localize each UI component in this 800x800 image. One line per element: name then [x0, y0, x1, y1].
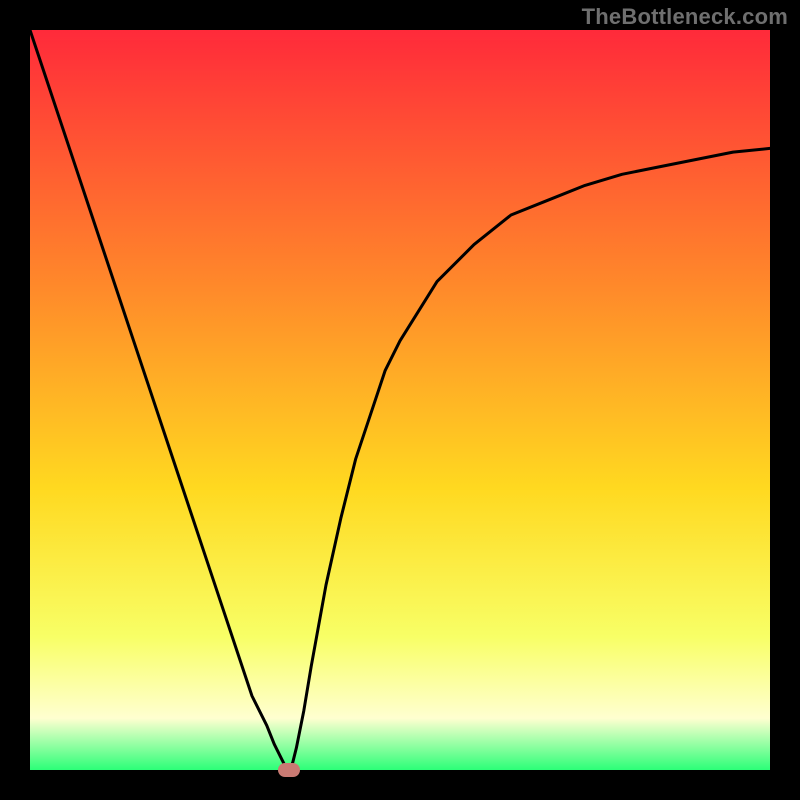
- chart-frame: TheBottleneck.com: [0, 0, 800, 800]
- gradient-background: [30, 30, 770, 770]
- chart-svg: [30, 30, 770, 770]
- watermark-text: TheBottleneck.com: [582, 4, 788, 30]
- optimum-marker: [278, 763, 300, 777]
- plot-area: [30, 30, 770, 770]
